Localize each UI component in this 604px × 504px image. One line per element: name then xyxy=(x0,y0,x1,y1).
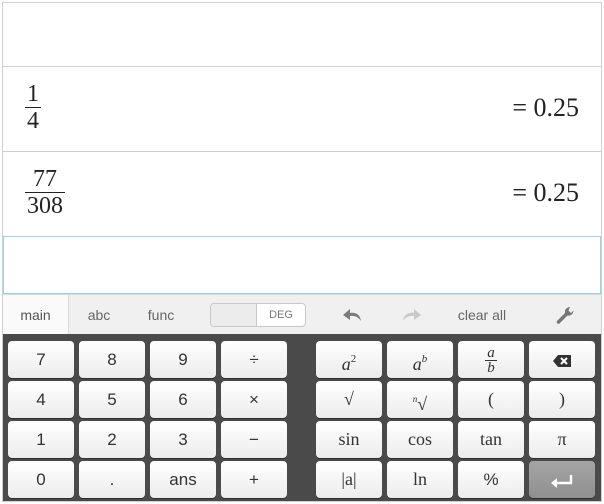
keypad-toolbar: main abc func DEG clear all xyxy=(3,294,601,335)
enter-icon xyxy=(551,474,573,488)
key-5[interactable]: 5 xyxy=(79,381,145,418)
fraction-glyph-numerator: a xyxy=(487,345,495,362)
fraction-denominator: 308 xyxy=(25,192,65,219)
expression-row[interactable]: 1 4 = 0.25 xyxy=(3,67,601,152)
key-multiply[interactable]: × xyxy=(221,381,287,418)
fraction-glyph-denominator: b xyxy=(485,360,497,377)
power-base: a xyxy=(412,354,422,374)
fraction-numerator: 77 xyxy=(33,166,57,192)
expression-result: = 0.25 xyxy=(512,178,579,207)
nth-root-symbol: √ xyxy=(417,394,428,414)
key-0[interactable]: 0 xyxy=(8,461,74,498)
key-4[interactable]: 4 xyxy=(8,381,74,418)
key-1[interactable]: 1 xyxy=(8,421,74,458)
undo-icon[interactable] xyxy=(341,304,365,326)
keypad: 7 8 9 ÷ 4 5 6 × 1 2 3 − 0 . ans + a2 ab … xyxy=(3,334,601,501)
key-8[interactable]: 8 xyxy=(79,341,145,378)
key-power[interactable]: ab xyxy=(387,341,453,378)
key-sin[interactable]: sin xyxy=(316,421,382,458)
redo-icon[interactable] xyxy=(399,304,423,326)
key-6[interactable]: 6 xyxy=(150,381,216,418)
fraction-denominator: 4 xyxy=(25,107,41,134)
key-sqrt[interactable]: √ xyxy=(316,381,382,418)
square-base: a xyxy=(341,354,351,374)
key-square[interactable]: a2 xyxy=(316,341,382,378)
key-7[interactable]: 7 xyxy=(8,341,74,378)
key-fraction[interactable]: a b xyxy=(458,341,524,378)
key-enter[interactable] xyxy=(529,461,595,498)
key-divide[interactable]: ÷ xyxy=(221,341,287,378)
key-decimal[interactable]: . xyxy=(79,461,145,498)
key-nth-root[interactable]: n√ xyxy=(387,381,453,418)
active-expression-input[interactable] xyxy=(3,236,601,294)
calculator-app: 1 4 = 0.25 77 308 = 0.25 main abc func D… xyxy=(2,2,602,502)
key-percent[interactable]: % xyxy=(458,461,524,498)
tab-abc[interactable]: abc xyxy=(73,295,125,335)
fraction-numerator: 1 xyxy=(27,81,39,107)
key-9[interactable]: 9 xyxy=(150,341,216,378)
clear-all-button[interactable]: clear all xyxy=(449,295,515,335)
power-exponent: b xyxy=(421,353,428,365)
tab-main[interactable]: main xyxy=(3,295,69,335)
key-ln[interactable]: ln xyxy=(387,461,453,498)
fraction-glyph: a b xyxy=(485,345,497,377)
key-close-paren[interactable]: ) xyxy=(529,381,595,418)
key-ans[interactable]: ans xyxy=(150,461,216,498)
expression-row-empty[interactable] xyxy=(3,3,601,67)
key-plus[interactable]: + xyxy=(221,461,287,498)
square-exponent: 2 xyxy=(350,353,357,365)
key-backspace[interactable] xyxy=(529,341,595,378)
fraction-expression: 1 4 xyxy=(25,81,41,134)
key-2[interactable]: 2 xyxy=(79,421,145,458)
expression-result: = 0.25 xyxy=(512,93,579,122)
angle-mode-toggle[interactable]: DEG xyxy=(210,303,306,327)
key-minus[interactable]: − xyxy=(221,421,287,458)
expression-row[interactable]: 77 308 = 0.25 xyxy=(3,152,601,237)
key-cos[interactable]: cos xyxy=(387,421,453,458)
backspace-icon xyxy=(553,354,571,367)
fraction-expression: 77 308 xyxy=(25,166,65,219)
key-tan[interactable]: tan xyxy=(458,421,524,458)
angle-mode-label: DEG xyxy=(269,309,293,321)
tab-func[interactable]: func xyxy=(135,295,187,335)
key-open-paren[interactable]: ( xyxy=(458,381,524,418)
wrench-icon[interactable] xyxy=(553,304,577,326)
key-abs[interactable]: |a| xyxy=(316,461,382,498)
toggle-knob xyxy=(211,304,257,326)
key-pi[interactable]: π xyxy=(529,421,595,458)
key-3[interactable]: 3 xyxy=(150,421,216,458)
